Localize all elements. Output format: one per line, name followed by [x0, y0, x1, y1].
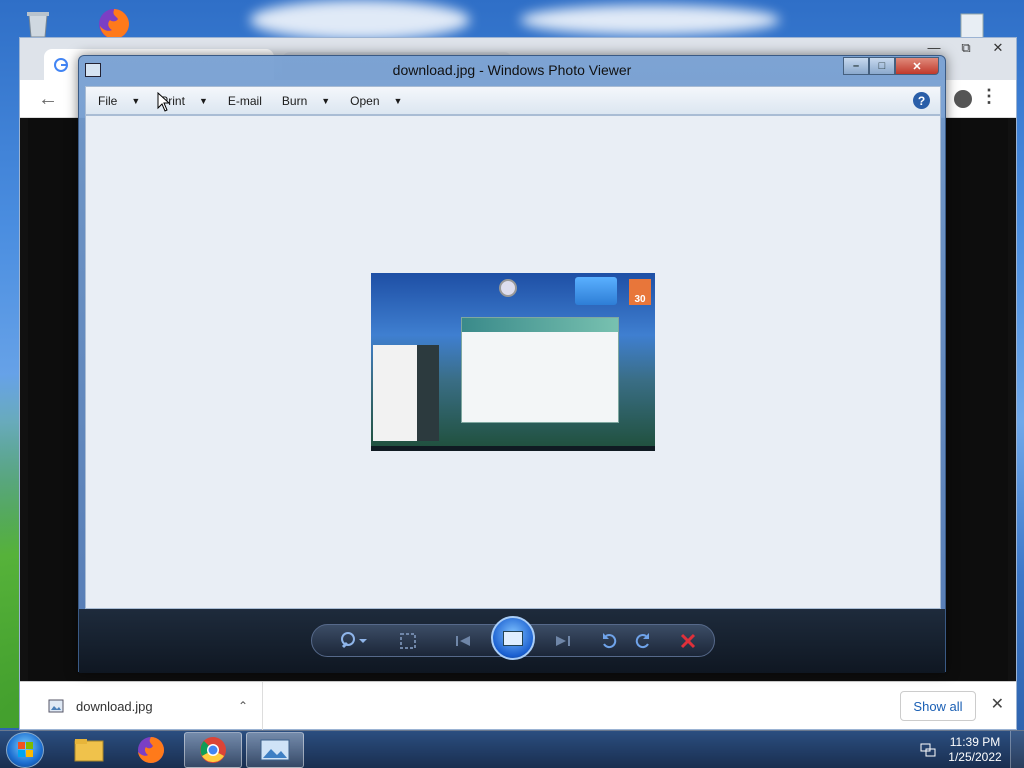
close-icon[interactable]: ✕ [986, 40, 1010, 56]
menu-burn-label: Burn [281, 93, 308, 108]
dropdown-arrow-icon: ▼ [131, 95, 141, 106]
taskbar: 11:39 PM 1/25/2022 [0, 730, 1024, 768]
windows-logo-icon [18, 742, 33, 757]
window-controls: – □ ✕ [843, 57, 939, 75]
displayed-photo: 30 [371, 273, 655, 451]
zoom-icon[interactable] [337, 630, 371, 652]
previous-icon[interactable] [453, 630, 475, 652]
menu-email-label: E-mail [227, 93, 262, 108]
browser-window-controls: — ⧉ ✕ [922, 40, 1010, 56]
menu-file[interactable]: File ▼ [98, 94, 140, 108]
menu-file-label: File [98, 93, 118, 108]
photo-inner-window [461, 317, 619, 423]
photo-viewer-icon[interactable] [246, 732, 304, 768]
window-title: download.jpg - Windows Photo Viewer [392, 62, 632, 78]
show-desktop-button[interactable] [1010, 731, 1024, 768]
download-bar: download.jpg ⌃ Show all ✕ [20, 681, 1016, 730]
maximize-button[interactable]: □ [869, 57, 895, 75]
rotate-clockwise-icon[interactable] [632, 630, 654, 652]
chevron-up-icon[interactable]: ⌃ [238, 699, 248, 713]
clock-gadget [499, 279, 517, 297]
google-icon [54, 57, 68, 72]
next-icon[interactable] [551, 630, 573, 652]
system-tray: 11:39 PM 1/25/2022 [916, 731, 1024, 768]
download-filename: download.jpg [76, 698, 153, 714]
slideshow-icon[interactable] [491, 616, 535, 660]
menu-burn[interactable]: Burn ▼ [282, 94, 330, 108]
delete-icon[interactable] [677, 630, 699, 652]
menu-email[interactable]: E-mail [228, 94, 262, 108]
restore-icon[interactable]: ⧉ [954, 40, 978, 56]
help-icon[interactable]: ? [913, 92, 930, 109]
clock-time: 11:39 PM [949, 735, 1001, 749]
clock[interactable]: 11:39 PM 1/25/2022 [940, 735, 1010, 765]
close-download-bar-icon[interactable]: ✕ [991, 694, 1004, 714]
rotate-counterclockwise-icon[interactable] [598, 630, 620, 652]
clock-date: 1/25/2022 [948, 750, 1002, 764]
photo-viewer-menubar: File ▼ Print ▼ E-mail Burn ▼ Open ▼ ? [85, 86, 941, 115]
chrome-icon[interactable] [184, 732, 242, 768]
image-file-icon [48, 699, 64, 713]
minimize-icon[interactable]: — [922, 40, 946, 56]
menu-open[interactable]: Open ▼ [350, 94, 402, 108]
minimize-button[interactable]: – [843, 57, 869, 75]
show-all-button[interactable]: Show all [900, 691, 976, 721]
back-arrow-icon[interactable]: ← [38, 88, 58, 111]
menu-open-label: Open [350, 93, 380, 108]
weather-gadget [575, 277, 617, 305]
photo-taskbar [371, 446, 655, 451]
photo-start-menu [373, 345, 417, 441]
image-canvas: 30 [85, 115, 941, 609]
actual-size-icon[interactable] [397, 630, 419, 652]
more-menu-icon[interactable]: ⋮ [980, 86, 998, 107]
download-item[interactable]: download.jpg ⌃ [30, 682, 263, 730]
network-icon[interactable] [916, 742, 940, 758]
photo-start-menu-right [417, 345, 439, 441]
firefox-icon[interactable] [122, 732, 180, 768]
windows-explorer-icon[interactable] [60, 732, 118, 768]
calendar-gadget: 30 [629, 279, 651, 305]
account-icon[interactable] [954, 90, 972, 108]
dropdown-arrow-icon: ▼ [393, 95, 403, 106]
dropdown-arrow-icon: ▼ [198, 95, 208, 106]
start-button[interactable] [6, 732, 44, 768]
photo-viewer-titlebar[interactable]: download.jpg - Windows Photo Viewer – □ … [79, 56, 945, 86]
dropdown-arrow-icon: ▼ [321, 95, 331, 106]
close-button[interactable]: ✕ [895, 57, 939, 75]
photo-viewer-window: download.jpg - Windows Photo Viewer – □ … [78, 55, 946, 673]
photo-viewer-controls [79, 609, 945, 673]
